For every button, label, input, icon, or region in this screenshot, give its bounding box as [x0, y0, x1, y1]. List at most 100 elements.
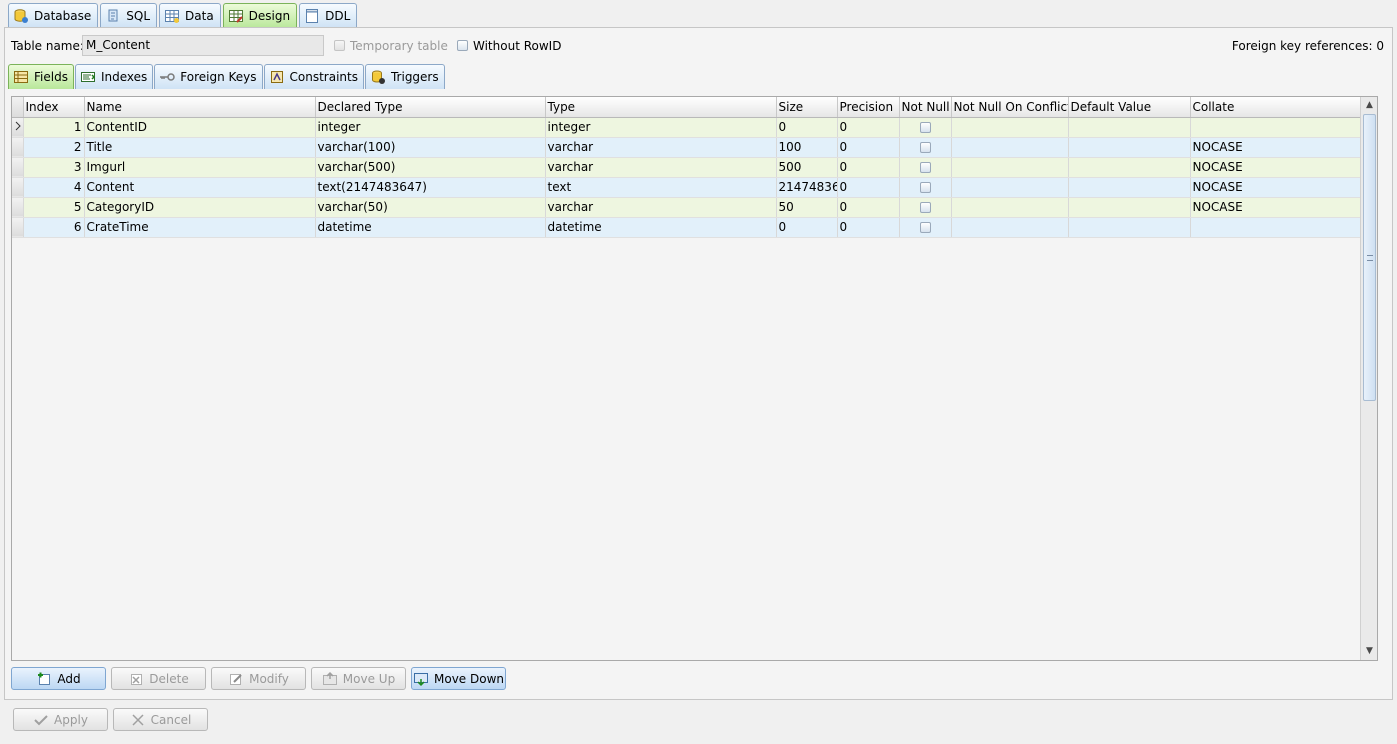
cell-collate[interactable] — [1190, 117, 1362, 138]
cell-precision[interactable]: 0 — [837, 117, 900, 138]
column-header-declared-type[interactable]: Declared Type — [315, 97, 546, 118]
tab-database[interactable]: Database — [8, 3, 99, 27]
cell-precision[interactable]: 0 — [837, 197, 900, 218]
column-header-name[interactable]: Name — [84, 97, 316, 118]
without-rowid-checkbox[interactable] — [457, 40, 468, 51]
cell-precision[interactable]: 0 — [837, 157, 900, 178]
cell-type[interactable]: varchar — [545, 137, 777, 158]
cell-size[interactable]: 50 — [776, 197, 838, 218]
cell-type[interactable]: text — [545, 177, 777, 198]
not-null-checkbox[interactable] — [919, 182, 931, 193]
cell-not-null[interactable] — [899, 217, 952, 238]
cell-size[interactable]: 2147483647 — [776, 177, 838, 198]
column-header-precision[interactable]: Precision — [837, 97, 900, 118]
cell-precision[interactable]: 0 — [837, 217, 900, 238]
cell-not-null[interactable] — [899, 137, 952, 158]
row-indicator[interactable] — [12, 217, 24, 238]
column-header-collate[interactable]: Collate — [1190, 97, 1362, 118]
scroll-up-icon[interactable]: ▲ — [1362, 98, 1377, 113]
cell-collate[interactable]: NOCASE — [1190, 197, 1362, 218]
cell-collate[interactable] — [1190, 217, 1362, 238]
apply-button[interactable]: Apply — [13, 708, 108, 731]
tab-ddl[interactable]: DDL — [299, 3, 358, 27]
cell-index[interactable]: 6 — [23, 217, 85, 238]
not-null-checkbox[interactable] — [919, 142, 931, 153]
tab-data[interactable]: Data — [159, 3, 221, 27]
delete-button[interactable]: Delete — [111, 667, 206, 690]
cell-not-null-conflict[interactable] — [951, 117, 1069, 138]
cell-default-value[interactable] — [1068, 217, 1191, 238]
table-row[interactable]: 5 CategoryID varchar(50) varchar 50 0 NO… — [12, 197, 1362, 218]
cell-not-null[interactable] — [899, 157, 952, 178]
cell-type[interactable]: integer — [545, 117, 777, 138]
table-row[interactable]: 2 Title varchar(100) varchar 100 0 NOCAS… — [12, 137, 1362, 158]
tab-indexes[interactable]: Indexes — [74, 64, 154, 89]
cell-default-value[interactable] — [1068, 197, 1191, 218]
not-null-checkbox[interactable] — [919, 202, 931, 213]
row-indicator[interactable] — [12, 137, 24, 158]
cell-not-null-conflict[interactable] — [951, 157, 1069, 178]
not-null-checkbox[interactable] — [919, 222, 931, 233]
cell-precision[interactable]: 0 — [837, 137, 900, 158]
cancel-button[interactable]: Cancel — [113, 708, 208, 731]
cell-collate[interactable]: NOCASE — [1190, 157, 1362, 178]
tab-sql[interactable]: SQL — [100, 3, 158, 27]
column-header-not-null-conflict[interactable]: Not Null On Conflict — [951, 97, 1069, 118]
column-header-default-value[interactable]: Default Value — [1068, 97, 1191, 118]
table-row[interactable]: 3 Imgurl varchar(500) varchar 500 0 NOCA… — [12, 157, 1362, 178]
cell-default-value[interactable] — [1068, 177, 1191, 198]
temporary-table-checkbox[interactable] — [334, 40, 345, 51]
fields-grid[interactable]: Index Name Declared Type Type Size Preci… — [11, 96, 1378, 661]
tab-foreign-keys[interactable]: Foreign Keys — [154, 64, 263, 89]
cell-name[interactable]: Imgurl — [84, 157, 316, 178]
cell-default-value[interactable] — [1068, 117, 1191, 138]
table-row[interactable]: 4 Content text(2147483647) text 21474836… — [12, 177, 1362, 198]
tab-triggers[interactable]: Triggers — [364, 64, 445, 89]
cell-collate[interactable]: NOCASE — [1190, 177, 1362, 198]
cell-name[interactable]: CategoryID — [84, 197, 316, 218]
cell-index[interactable]: 3 — [23, 157, 85, 178]
not-null-checkbox[interactable] — [919, 162, 931, 173]
vertical-scrollbar[interactable]: ▲ ▼ — [1360, 97, 1377, 660]
cell-type[interactable]: datetime — [545, 217, 777, 238]
column-header-not-null[interactable]: Not Null — [899, 97, 952, 118]
cell-name[interactable]: Content — [84, 177, 316, 198]
row-indicator[interactable] — [12, 117, 24, 138]
cell-type[interactable]: varchar — [545, 197, 777, 218]
cell-declared-type[interactable]: varchar(100) — [315, 137, 546, 158]
move-down-button[interactable]: Move Down — [411, 667, 506, 690]
table-row[interactable]: 6 CrateTime datetime datetime 0 0 — [12, 217, 1362, 238]
add-button[interactable]: Add — [11, 667, 106, 690]
tab-constraints[interactable]: Constraints — [263, 64, 364, 89]
row-indicator[interactable] — [12, 197, 24, 218]
cell-size[interactable]: 0 — [776, 117, 838, 138]
column-header-index[interactable]: Index — [23, 97, 85, 118]
scroll-down-icon[interactable]: ▼ — [1362, 644, 1377, 659]
scrollbar-thumb[interactable] — [1363, 114, 1376, 401]
cell-declared-type[interactable]: varchar(500) — [315, 157, 546, 178]
not-null-checkbox[interactable] — [919, 122, 931, 133]
tab-design[interactable]: Design — [222, 3, 298, 28]
cell-size[interactable]: 100 — [776, 137, 838, 158]
tab-fields[interactable]: Fields — [8, 64, 74, 89]
row-indicator[interactable] — [12, 157, 24, 178]
cell-index[interactable]: 1 — [23, 117, 85, 138]
move-up-button[interactable]: Move Up — [311, 667, 406, 690]
cell-declared-type[interactable]: datetime — [315, 217, 546, 238]
cell-not-null-conflict[interactable] — [951, 137, 1069, 158]
cell-size[interactable]: 500 — [776, 157, 838, 178]
cell-not-null-conflict[interactable] — [951, 217, 1069, 238]
cell-precision[interactable]: 0 — [837, 177, 900, 198]
cell-default-value[interactable] — [1068, 137, 1191, 158]
table-name-input[interactable]: M_Content — [82, 35, 324, 56]
row-indicator[interactable] — [12, 177, 24, 198]
cell-size[interactable]: 0 — [776, 217, 838, 238]
modify-button[interactable]: Modify — [211, 667, 306, 690]
cell-index[interactable]: 4 — [23, 177, 85, 198]
cell-not-null[interactable] — [899, 177, 952, 198]
column-header-type[interactable]: Type — [545, 97, 777, 118]
cell-declared-type[interactable]: varchar(50) — [315, 197, 546, 218]
cell-collate[interactable]: NOCASE — [1190, 137, 1362, 158]
cell-not-null-conflict[interactable] — [951, 177, 1069, 198]
table-row[interactable]: 1 ContentID integer integer 0 0 — [12, 117, 1362, 138]
